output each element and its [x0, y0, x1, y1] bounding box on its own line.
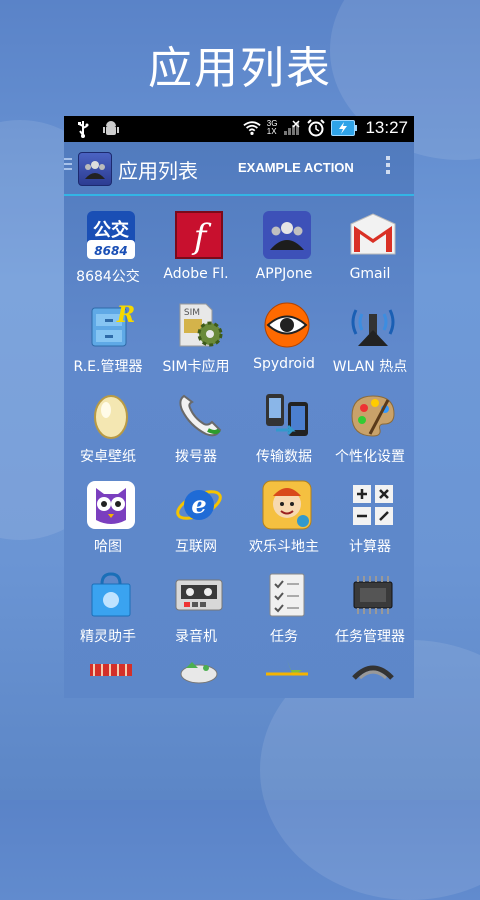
app-label: 任务管理器 [335, 629, 405, 645]
app-item[interactable]: Gmail [326, 206, 414, 294]
app-item[interactable]: e 互联网 [152, 476, 240, 564]
appjone-home-icon[interactable] [78, 152, 112, 186]
app-label: Adobe Fl. [163, 266, 229, 282]
poker-game-icon [262, 480, 312, 530]
partial-star-app-icon [262, 660, 312, 698]
app-item[interactable] [240, 656, 328, 698]
cassette-recorder-icon [174, 570, 224, 620]
app-label: 哈图 [94, 539, 122, 555]
app-label: R.E.管理器 [73, 359, 143, 375]
svg-text:R: R [116, 302, 135, 328]
app-item[interactable]: Spydroid [240, 296, 328, 384]
app-label: Spydroid [253, 356, 315, 372]
drag-handle-icon [64, 158, 72, 173]
android-debug-icon [102, 119, 120, 139]
battery-charging-icon [331, 120, 358, 136]
example-action-button[interactable]: EXAMPLE ACTION [238, 160, 354, 175]
signal-bars-icon [283, 118, 301, 138]
app-item[interactable]: SIM SIM卡应用 [152, 296, 240, 384]
owl-icon [86, 480, 136, 530]
app-label: 精灵助手 [80, 629, 136, 645]
app-label: 个性化设置 [335, 449, 405, 465]
alarm-icon [307, 118, 326, 138]
app-label: 计算器 [349, 539, 391, 555]
action-bar-title: 应用列表 [118, 159, 198, 183]
adobe-flash-icon: f [174, 210, 224, 260]
svg-text:SIM: SIM [184, 308, 200, 318]
partial-red-app-icon [86, 660, 136, 698]
app-item[interactable]: f Adobe Fl. [152, 206, 240, 294]
app-item[interactable]: 精灵助手 [64, 566, 152, 654]
app-label: APPJone [255, 266, 313, 282]
app-item[interactable]: 公交 8684 8684公交 [64, 206, 152, 294]
app-item[interactable]: 拨号器 [152, 386, 240, 474]
file-cabinet-icon: R [86, 300, 136, 350]
app-label: 8684公交 [76, 269, 140, 285]
signal-network-icon: 3G 1X [266, 119, 278, 136]
app-label: 传输数据 [256, 449, 312, 465]
svg-text:8684: 8684 [94, 244, 127, 258]
easter-egg-icon [86, 390, 136, 440]
app-label: Gmail [349, 266, 391, 282]
app-item[interactable]: 哈图 [64, 476, 152, 564]
action-bar: 应用列表 EXAMPLE ACTION [64, 142, 414, 196]
app-item[interactable] [326, 656, 414, 698]
app-item[interactable]: R R.E.管理器 [64, 296, 152, 384]
partial-green-app-icon [174, 660, 224, 698]
app-item[interactable]: 录音机 [152, 566, 240, 654]
phone-handset-icon [174, 390, 224, 440]
internet-explorer-icon: e [174, 480, 224, 530]
app-item[interactable]: 安卓壁纸 [64, 386, 152, 474]
app-label: 互联网 [175, 539, 217, 555]
app-item[interactable]: 个性化设置 [326, 386, 414, 474]
app-label: 拨号器 [175, 449, 217, 465]
partial-dark-app-icon [348, 660, 398, 698]
status-bar: 3G 1X 13:27 [64, 116, 414, 142]
app-label: SIM卡应用 [162, 359, 230, 375]
status-time: 13:27 [365, 118, 408, 137]
promo-title: 应用列表 [148, 43, 332, 94]
app-item[interactable]: 任务 [240, 566, 328, 654]
app-label: 任务 [270, 629, 298, 645]
usb-icon [74, 119, 92, 139]
svg-text:e: e [191, 490, 206, 519]
sim-card-gear-icon: SIM [174, 300, 224, 350]
app-item[interactable]: 计算器 [326, 476, 414, 564]
app-label: 录音机 [175, 629, 217, 645]
spydroid-eye-icon [262, 300, 312, 350]
shopping-bag-icon [86, 570, 136, 620]
calculator-icon [348, 480, 398, 530]
svg-text:公交: 公交 [93, 219, 129, 241]
wifi-icon [243, 118, 261, 138]
bus-8684-icon: 公交 8684 [86, 210, 136, 260]
app-item[interactable]: APPJone [240, 206, 328, 294]
app-label: 欢乐斗地主 [249, 539, 319, 555]
app-item[interactable] [152, 656, 240, 698]
appjone-icon [262, 210, 312, 260]
gmail-icon [348, 210, 398, 260]
overflow-menu-icon[interactable] [384, 156, 392, 177]
wifi-hotspot-icon [348, 300, 398, 350]
app-item[interactable]: 传输数据 [240, 386, 328, 474]
task-checklist-icon [262, 570, 312, 620]
app-label: 安卓壁纸 [80, 449, 136, 465]
paint-palette-icon [348, 390, 398, 440]
app-item[interactable]: 任务管理器 [326, 566, 414, 654]
phone-screen: 3G 1X 13:27 应用列表 EXAMPLE ACTION 公交 8684 86… [64, 116, 414, 698]
app-item[interactable]: 欢乐斗地主 [240, 476, 328, 564]
app-label: WLAN 热点 [332, 359, 408, 375]
app-item[interactable]: WLAN 热点 [326, 296, 414, 384]
app-item[interactable] [64, 656, 152, 698]
data-transfer-icon [262, 390, 312, 440]
chip-task-manager-icon [348, 570, 398, 620]
